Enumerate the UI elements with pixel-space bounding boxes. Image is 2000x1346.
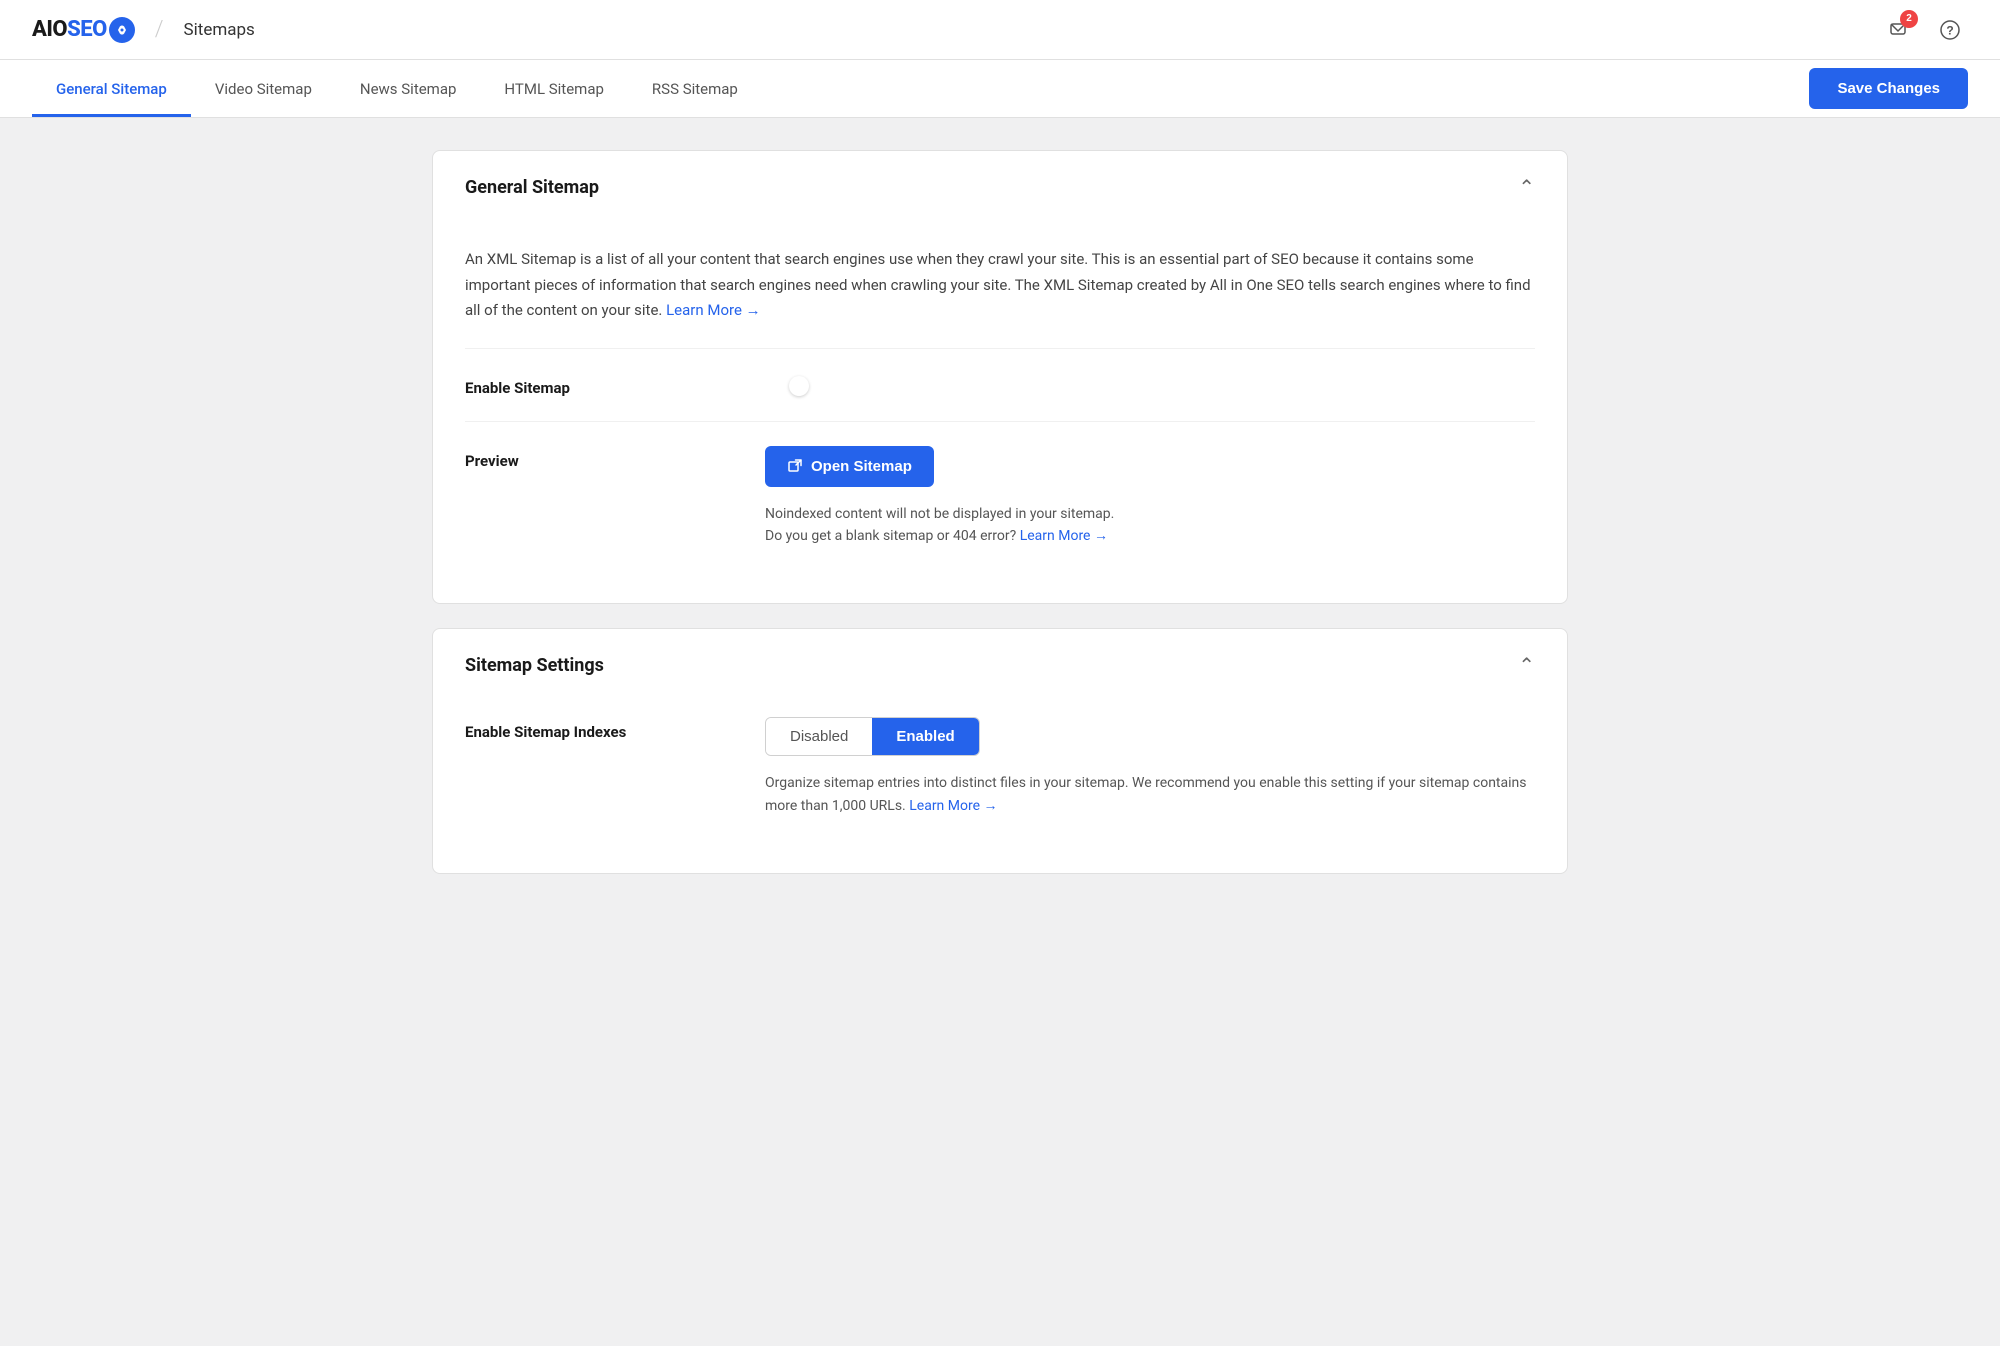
help-button[interactable]: ? <box>1932 12 1968 48</box>
topbar: AIOSEO / Sitemaps 2 ? <box>0 0 2000 60</box>
sitemap-indexes-description: Organize sitemap entries into distinct f… <box>765 772 1535 817</box>
tab-rss-sitemap[interactable]: RSS Sitemap <box>628 60 762 117</box>
open-sitemap-button[interactable]: Open Sitemap <box>765 446 934 487</box>
nav-tabs: General Sitemap Video Sitemap News Sitem… <box>32 60 762 117</box>
logo-aio-text: AIO <box>32 17 67 42</box>
external-link-icon <box>787 458 803 474</box>
tab-news-sitemap[interactable]: News Sitemap <box>336 60 481 117</box>
svg-text:?: ? <box>1946 23 1953 37</box>
general-sitemap-card: General Sitemap ⌃ An XML Sitemap is a li… <box>432 150 1568 604</box>
general-sitemap-card-header[interactable]: General Sitemap ⌃ <box>433 151 1567 223</box>
nav-tabs-bar: General Sitemap Video Sitemap News Sitem… <box>0 60 2000 118</box>
topbar-left: AIOSEO / Sitemaps <box>32 17 255 43</box>
topbar-page-title: Sitemaps <box>184 20 255 40</box>
enable-sitemap-indexes-label: Enable Sitemap Indexes <box>465 717 725 741</box>
general-sitemap-description: An XML Sitemap is a list of all your con… <box>465 231 1535 348</box>
sitemap-settings-chevron-icon: ⌃ <box>1518 653 1535 677</box>
general-sitemap-chevron-icon: ⌃ <box>1518 175 1535 199</box>
preview-row: Preview Open Sitemap Noindexed content w… <box>465 421 1535 572</box>
sitemap-settings-title: Sitemap Settings <box>465 655 604 676</box>
logo-seo-text: SEO <box>67 17 107 42</box>
preview-label: Preview <box>465 446 725 470</box>
general-sitemap-title: General Sitemap <box>465 177 599 198</box>
save-changes-button[interactable]: Save Changes <box>1809 68 1968 109</box>
tab-html-sitemap[interactable]: HTML Sitemap <box>480 60 628 117</box>
sitemap-settings-card-body: Enable Sitemap Indexes Disabled Enabled … <box>433 701 1567 873</box>
logo-icon <box>109 17 135 43</box>
enable-sitemap-row: Enable Sitemap <box>465 348 1535 421</box>
disabled-enabled-toggle-group: Disabled Enabled <box>765 717 980 756</box>
enable-sitemap-label: Enable Sitemap <box>465 373 725 397</box>
toggle-thumb <box>789 376 809 396</box>
preview-content: Open Sitemap Noindexed content will not … <box>765 446 1535 548</box>
tab-general-sitemap[interactable]: General Sitemap <box>32 60 191 117</box>
tab-video-sitemap[interactable]: Video Sitemap <box>191 60 336 117</box>
sitemap-indexes-learn-more-link[interactable]: Learn More → <box>909 798 997 814</box>
topbar-right: 2 ? <box>1880 12 1968 48</box>
preview-learn-more-link[interactable]: Learn More → <box>1020 528 1108 544</box>
enable-sitemap-indexes-row: Enable Sitemap Indexes Disabled Enabled … <box>465 709 1535 841</box>
notification-badge: 2 <box>1900 10 1918 28</box>
preview-note: Noindexed content will not be displayed … <box>765 503 1535 548</box>
general-sitemap-learn-more-link[interactable]: Learn More → <box>666 301 761 319</box>
disabled-button[interactable]: Disabled <box>766 718 872 755</box>
topbar-divider: / <box>155 17 164 42</box>
enabled-button[interactable]: Enabled <box>872 718 978 755</box>
sitemap-settings-card-header[interactable]: Sitemap Settings ⌃ <box>433 629 1567 701</box>
general-sitemap-card-body: An XML Sitemap is a list of all your con… <box>433 223 1567 603</box>
notifications-button[interactable]: 2 <box>1880 12 1916 48</box>
enable-sitemap-indexes-content: Disabled Enabled Organize sitemap entrie… <box>765 717 1535 817</box>
main-content: General Sitemap ⌃ An XML Sitemap is a li… <box>400 150 1600 874</box>
logo: AIOSEO <box>32 17 135 43</box>
sitemap-settings-card: Sitemap Settings ⌃ Enable Sitemap Indexe… <box>432 628 1568 874</box>
